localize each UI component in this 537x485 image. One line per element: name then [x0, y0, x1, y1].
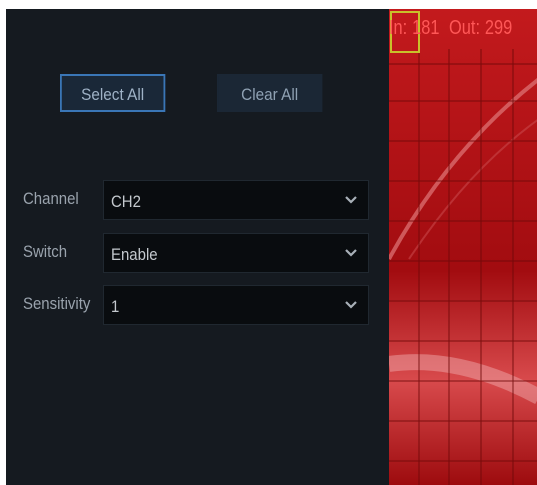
in-label: In: [389, 17, 408, 39]
chevron-down-icon [345, 249, 357, 257]
switch-label: Switch [23, 242, 68, 261]
chevron-down-icon [345, 301, 357, 309]
settings-panel: Select All Clear All Channel CH2 Switch … [6, 9, 389, 485]
sensitivity-value: 1 [111, 297, 120, 316]
clear-all-button[interactable]: Clear All [217, 74, 323, 112]
sensitivity-label: Sensitivity [23, 294, 91, 313]
in-count: 181 [412, 17, 440, 39]
channel-select[interactable]: CH2 [103, 180, 369, 220]
settings-window: Select All Clear All Channel CH2 Switch … [6, 9, 537, 485]
chevron-down-icon [345, 196, 357, 204]
out-count: 299 [484, 17, 513, 39]
sensitivity-select[interactable]: 1 [103, 285, 369, 325]
switch-select[interactable]: Enable [103, 233, 369, 273]
switch-value: Enable [111, 245, 158, 264]
channel-value: CH2 [111, 192, 141, 211]
people-counter: In: 181 Out: 299 [389, 17, 517, 40]
out-label: Out: [449, 17, 481, 39]
detection-grid [389, 9, 537, 485]
camera-preview[interactable]: In: 181 Out: 299 [389, 9, 537, 485]
channel-label: Channel [23, 189, 79, 208]
select-all-button[interactable]: Select All [60, 74, 166, 112]
